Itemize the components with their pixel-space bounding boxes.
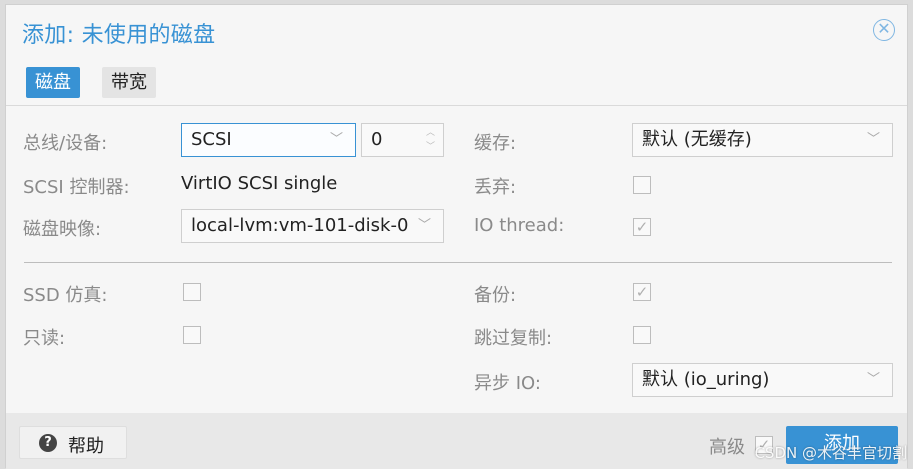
backup-checkbox[interactable]: ✓ [633, 283, 651, 301]
help-button-label: 帮助 [68, 436, 104, 457]
cache-value: 默认 (无缓存) [642, 129, 752, 150]
tab-disk[interactable]: 磁盘 [26, 67, 80, 98]
ssd-emulation-checkbox[interactable] [183, 283, 201, 301]
question-icon: ? [39, 434, 57, 452]
chevron-down-icon: ﹀ [329, 132, 343, 147]
disk-image-value: local-lvm:vm-101-disk-0 [191, 215, 409, 236]
chevron-down-icon: ﹀ [866, 132, 880, 147]
spinner-arrows-icon[interactable]: ︿ ﹀ [426, 126, 435, 154]
skip-replication-checkbox[interactable] [633, 326, 651, 344]
read-only-label: 只读: [23, 328, 66, 349]
ssd-emulation-label: SSD 仿真: [23, 285, 108, 306]
close-icon[interactable]: ✕ [873, 19, 895, 41]
section-divider [24, 262, 892, 263]
tab-bar: 磁盘 带宽 [6, 65, 907, 106]
discard-label: 丢弃: [474, 177, 517, 198]
discard-checkbox[interactable] [633, 176, 651, 194]
tab-bandwidth[interactable]: 带宽 [102, 67, 156, 98]
io-thread-checkbox[interactable]: ✓ [633, 218, 651, 236]
backup-label: 备份: [474, 285, 517, 306]
bus-select[interactable]: SCSI ﹀ [181, 123, 356, 157]
device-number-input[interactable]: 0 ︿ ﹀ [361, 123, 444, 157]
watermark: CSDN @木谷丰官切割 [754, 444, 907, 462]
help-button[interactable]: ? 帮助 [19, 426, 127, 459]
advanced-label: 高级 [709, 437, 745, 458]
cache-label: 缓存: [474, 133, 517, 154]
async-io-label: 异步 IO: [474, 373, 541, 394]
async-io-value: 默认 (io_uring) [642, 369, 770, 390]
disk-image-label: 磁盘映像: [23, 219, 102, 240]
async-io-select[interactable]: 默认 (io_uring) ﹀ [632, 363, 893, 397]
cache-select[interactable]: 默认 (无缓存) ﹀ [632, 123, 893, 157]
chevron-down-icon: ﹀ [866, 372, 880, 387]
read-only-checkbox[interactable] [183, 326, 201, 344]
bus-select-value: SCSI [191, 129, 232, 150]
bus-device-label: 总线/设备: [23, 133, 108, 154]
add-unused-disk-dialog: 添加: 未使用的磁盘 ✕ 磁盘 带宽 总线/设备: SCSI ﹀ 0 ︿ ﹀ SC… [5, 4, 908, 469]
scsi-controller-label: SCSI 控制器: [23, 177, 130, 198]
io-thread-label: IO thread: [474, 215, 565, 236]
disk-image-select[interactable]: local-lvm:vm-101-disk-0 ﹀ [181, 209, 444, 243]
dialog-title: 添加: 未使用的磁盘 [22, 23, 216, 48]
scsi-controller-value: VirtIO SCSI single [181, 173, 338, 194]
chevron-down-icon: ﹀ [417, 218, 431, 233]
skip-replication-label: 跳过复制: [474, 328, 553, 349]
device-number-value: 0 [371, 129, 383, 150]
